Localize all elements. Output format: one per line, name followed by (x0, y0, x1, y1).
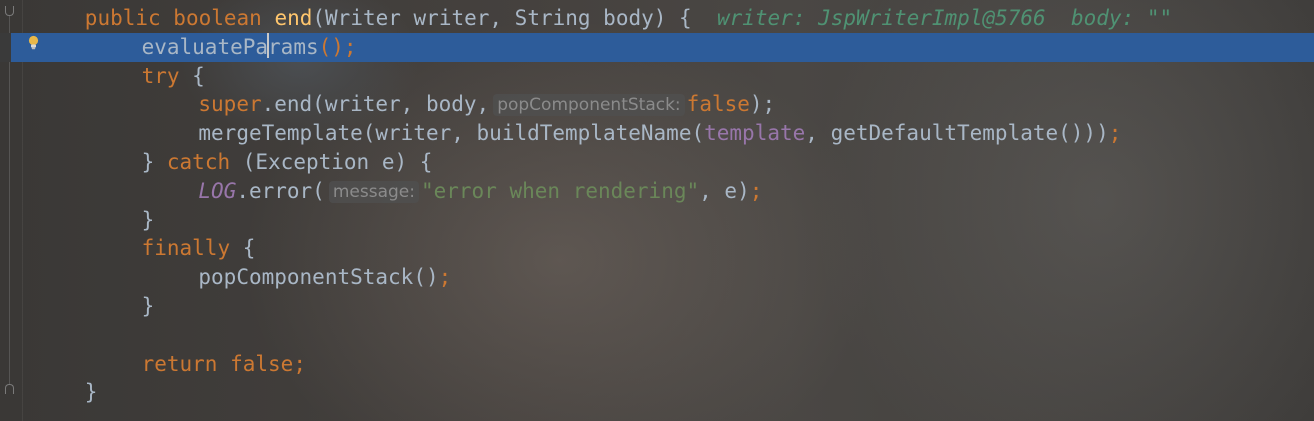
code-editor[interactable]: public boolean end(Writer writer, String… (0, 0, 1314, 421)
code-text: super.end(writer, body, popComponentStack… (198, 90, 775, 119)
code-token: { (230, 236, 256, 261)
keyword-token: super (198, 92, 262, 117)
code-token: mergeTemplate(writer, buildTemplateName( (198, 121, 705, 146)
code-token: (Writer writer, String body) { (312, 6, 717, 30)
code-token: .end(writer, body, (261, 92, 490, 117)
code-text: mergeTemplate(writer, buildTemplateName(… (198, 119, 1121, 148)
code-line[interactable]: } (0, 378, 1314, 407)
code-text: try { (142, 62, 205, 91)
keyword-token: (); (318, 34, 357, 59)
code-line-current[interactable]: evaluatePa rams(); (0, 32, 1314, 62)
code-token: popComponentStack() (198, 265, 439, 290)
lightbulb-icon[interactable] (27, 35, 40, 50)
code-token: , getDefaultTemplate())) (805, 121, 1109, 146)
parameter-hint: message: (328, 180, 419, 203)
keyword-token: ; (293, 351, 306, 376)
keyword-token: try (141, 63, 180, 88)
code-text: } (85, 378, 98, 407)
code-text: evaluatePa rams(); (141, 32, 357, 62)
method-name-token: end (274, 6, 313, 30)
code-line[interactable]: public boolean end(Writer writer, String… (0, 4, 1314, 33)
code-line[interactable]: super.end(writer, body, popComponentStack… (0, 90, 1314, 119)
static-field-token: LOG (198, 178, 237, 203)
code-text: } catch (Exception e) { (142, 148, 433, 177)
keyword-token: return false (141, 351, 294, 376)
field-token: template (704, 121, 806, 146)
code-line[interactable]: } catch (Exception e) { (0, 148, 1314, 177)
code-token: } (141, 150, 167, 174)
code-token: , e) (699, 178, 750, 203)
code-line[interactable]: } (0, 292, 1314, 321)
code-token: evaluatePa (141, 34, 269, 59)
code-line[interactable]: popComponentStack(); (0, 263, 1314, 292)
keyword-token: ; (438, 265, 452, 290)
keyword-token: false (686, 92, 750, 117)
code-line[interactable]: finally { (0, 234, 1314, 263)
code-token: } (84, 380, 98, 405)
code-text: public boolean end(Writer writer, String… (85, 4, 1172, 33)
code-line[interactable] (0, 321, 1314, 350)
code-text: } (142, 206, 155, 235)
code-text: return false; (142, 350, 306, 379)
code-token: ); (749, 92, 776, 117)
inline-debug-value: writer: JspWriterImpl@5766 body: "" (716, 6, 1173, 30)
code-line[interactable]: } (0, 206, 1314, 235)
code-token: .error( (236, 178, 325, 203)
keyword-token: public boolean (84, 6, 275, 30)
code-text: finally { (142, 234, 256, 263)
code-text: LOG.error(message: "error when rendering"… (198, 177, 762, 206)
keyword-token: finally (141, 236, 231, 261)
keyword-token: ; (1108, 121, 1122, 146)
code-token: { (179, 63, 205, 88)
string-token: "error when rendering" (420, 178, 700, 203)
code-token: } (141, 207, 155, 232)
code-token: rams (268, 34, 319, 59)
code-text: popComponentStack(); (198, 263, 451, 292)
keyword-token: catch (166, 150, 231, 174)
code-token: } (141, 294, 155, 318)
code-text: } (142, 292, 155, 321)
code-line[interactable]: LOG.error(message: "error when rendering"… (0, 177, 1314, 206)
keyword-token: ; (749, 178, 763, 203)
code-line[interactable]: return false; (0, 350, 1314, 379)
code-token: (Exception e) { (230, 150, 433, 174)
parameter-hint: popComponentStack: (493, 94, 685, 117)
caret-bar (267, 32, 270, 58)
code-line[interactable]: mergeTemplate(writer, buildTemplateName(… (0, 119, 1314, 148)
code-line[interactable]: try { (0, 62, 1314, 91)
